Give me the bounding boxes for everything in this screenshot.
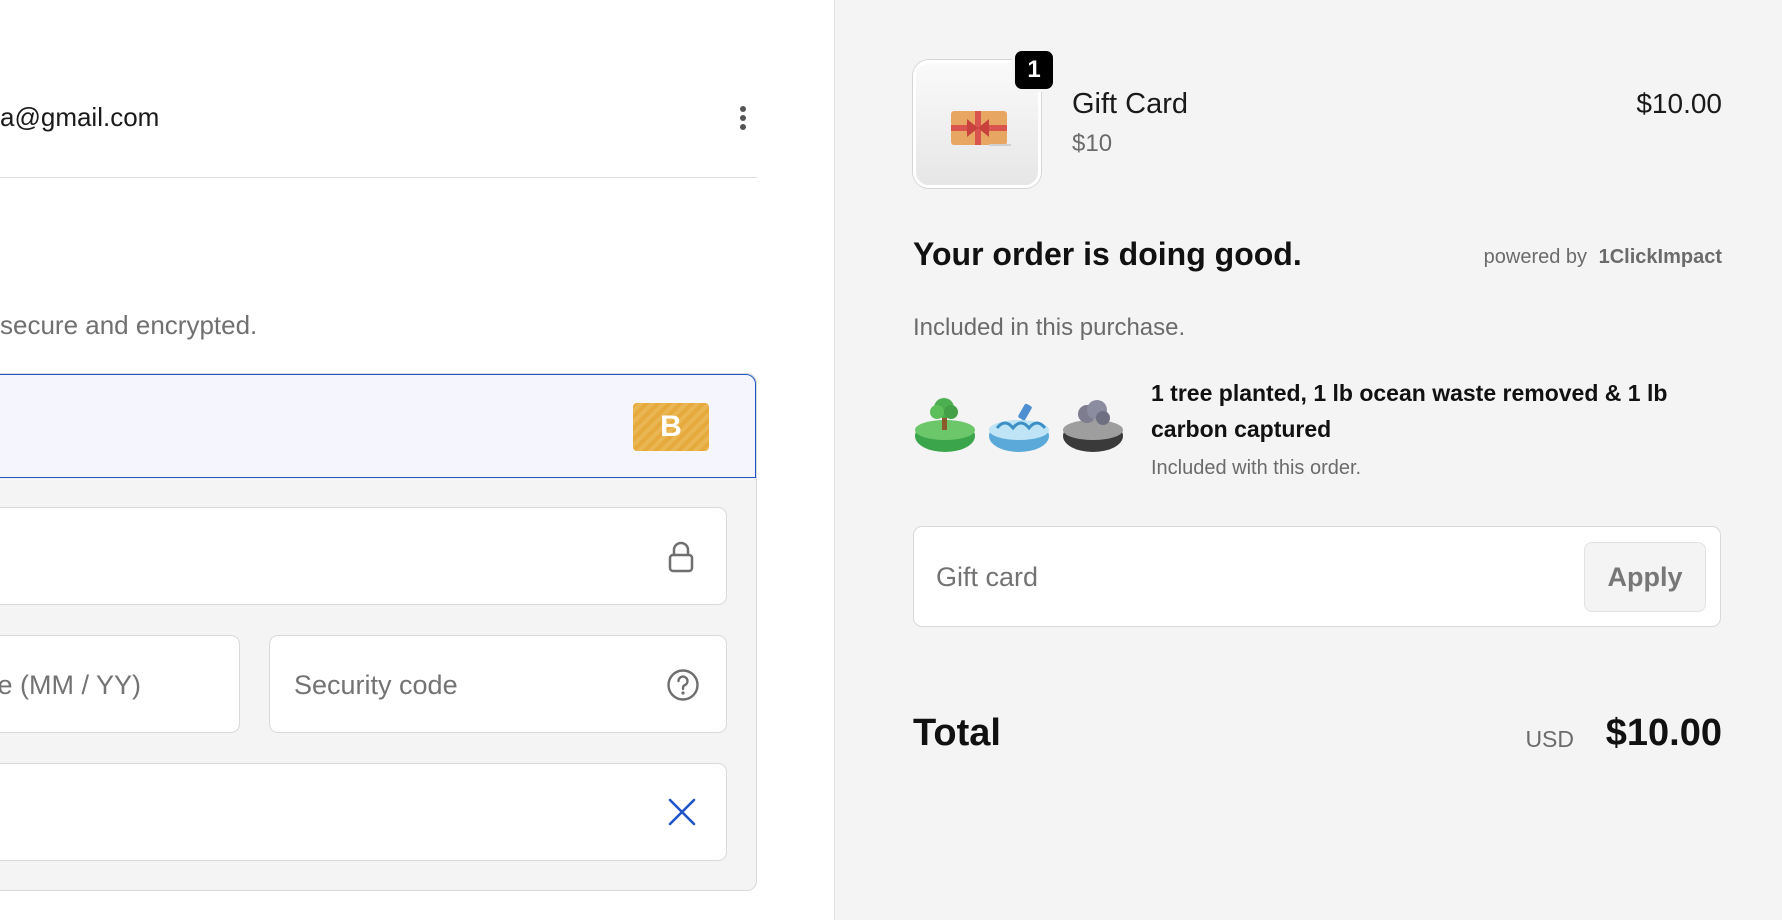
quantity-badge: 1 [1012,48,1056,92]
credit-card-form: B e (MM / YY) Security code [0,373,757,891]
card-brand-logo: B [633,403,709,451]
gift-card-form: Apply [913,526,1721,627]
expiry-placeholder: e (MM / YY) [0,670,141,700]
impact-note: Included with this order. [1151,457,1362,479]
product-name: Gift Card [1072,88,1189,120]
help-circle-icon[interactable] [666,668,700,702]
powered-by-brand: 1ClickImpact [1598,246,1722,268]
product-variant: $10 [1072,130,1113,157]
security-placeholder: Security code [294,670,458,700]
total-label: Total [913,712,1001,754]
gift-card-input[interactable] [936,557,1536,597]
tree-icon [915,398,975,452]
name-on-card-field[interactable] [0,763,727,861]
impact-title: Your order is doing good. [913,236,1302,272]
powered-by-prefix: powered by [1483,246,1588,268]
security-code-field[interactable]: Security code [269,635,727,733]
impact-subtitle: Included in this purchase. [913,314,1186,341]
apply-button[interactable]: Apply [1584,542,1706,612]
expiry-date-field[interactable]: e (MM / YY) [0,635,240,733]
gift-card-icon [951,111,1011,146]
total-amount: $10.00 [1605,712,1722,754]
total-currency: USD [1525,726,1574,752]
account-email: a@gmail.com [0,102,160,132]
card-payment-option[interactable]: B [0,374,756,478]
kebab-menu-icon[interactable] [734,102,752,134]
divider [0,177,757,178]
powered-by: powered by 1ClickImpact [1484,246,1722,269]
card-number-field[interactable] [0,507,727,605]
lock-icon [668,541,694,573]
ocean-icon [989,403,1049,452]
product-price: $10.00 [1636,88,1722,119]
close-icon[interactable] [667,797,697,827]
account-row: a@gmail.com [0,98,757,138]
order-summary-panel: 1 Gift Card $10 $10.00 Your order is doi… [834,0,1782,920]
impact-description: 1 tree planted, 1 lb ocean waste removed… [1151,380,1668,442]
payment-panel: a@gmail.com secure and encrypted. B e (M… [0,0,834,920]
secure-note: secure and encrypted. [0,310,258,340]
carbon-icon [1063,400,1123,452]
